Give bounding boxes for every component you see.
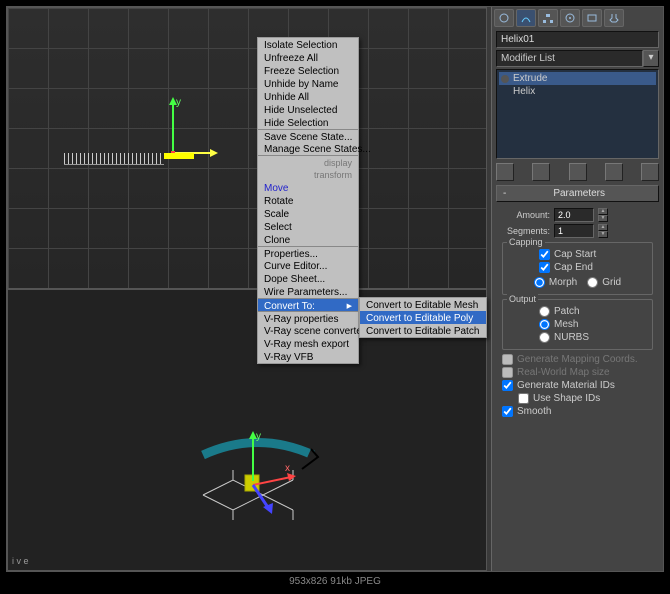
viewport-top[interactable]: y — [7, 7, 487, 289]
tab-create-icon[interactable] — [494, 9, 514, 27]
mi-select[interactable]: Select — [258, 220, 358, 233]
tab-motion-icon[interactable] — [560, 9, 580, 27]
unique-button[interactable] — [569, 163, 587, 181]
mi-wire-params[interactable]: Wire Parameters... — [258, 285, 358, 298]
cap-end-check[interactable] — [539, 262, 550, 273]
vp-label: i v e — [12, 556, 29, 566]
modifier-stack[interactable]: Extrude Helix — [496, 69, 659, 159]
mi-manage-scene[interactable]: Manage Scene States... — [258, 142, 358, 155]
object-name-field[interactable]: Helix01 — [496, 31, 659, 48]
mi-curve-editor[interactable]: Curve Editor... — [258, 259, 358, 272]
mi-vray-mesh-export[interactable]: V-Ray mesh export — [258, 337, 358, 350]
output-group: Output — [507, 294, 538, 304]
rollout-parameters: -Parameters Amount: 2.0 ▲▼ Segments: 1 ▲… — [496, 185, 659, 423]
mi-conv-mesh[interactable]: Convert to Editable Mesh — [360, 298, 486, 311]
mi-unhide-name[interactable]: Unhide by Name — [258, 77, 358, 90]
mi-unhide-all[interactable]: Unhide All — [258, 90, 358, 103]
mi-dope-sheet[interactable]: Dope Sheet... — [258, 272, 358, 285]
command-panel: Helix01 ▾ Extrude Helix -Parameters Amou… — [491, 7, 663, 571]
svg-text:y: y — [256, 431, 261, 442]
nurbs-radio[interactable] — [539, 332, 550, 343]
smooth-check[interactable] — [502, 406, 513, 417]
morph-radio[interactable] — [534, 277, 545, 288]
mi-vray-vfb[interactable]: V-Ray VFB — [258, 350, 358, 363]
mi-unfreeze-all[interactable]: Unfreeze All — [258, 51, 358, 64]
rollout-header[interactable]: -Parameters — [496, 185, 659, 202]
mi-hide-sel[interactable]: Hide Selection — [258, 116, 358, 129]
viewport-area: y i v e y x — [7, 7, 487, 571]
real-world-check — [502, 367, 513, 378]
mi-save-scene[interactable]: Save Scene State... — [258, 129, 358, 142]
amount-spinner[interactable]: ▲▼ — [598, 208, 608, 222]
mi-transform-header: transform — [258, 168, 358, 181]
stack-buttons — [496, 163, 659, 181]
tab-hierarchy-icon[interactable] — [538, 9, 558, 27]
segments-label: Segments: — [502, 226, 550, 236]
modifier-list-input[interactable] — [496, 50, 643, 67]
use-shape-check[interactable] — [518, 393, 529, 404]
dropdown-arrow-icon[interactable]: ▾ — [643, 50, 659, 67]
segments-input[interactable]: 1 — [554, 224, 594, 238]
pin-stack-button[interactable] — [496, 163, 514, 181]
modifier-list-combo[interactable]: ▾ — [496, 50, 659, 67]
mi-scale[interactable]: Scale — [258, 207, 358, 220]
mi-properties[interactable]: Properties... — [258, 246, 358, 259]
amount-label: Amount: — [502, 210, 550, 220]
mi-rotate[interactable]: Rotate — [258, 194, 358, 207]
app-frame: y i v e y x — [6, 6, 664, 572]
tab-modify-icon[interactable] — [516, 9, 536, 27]
mesh-radio[interactable] — [539, 319, 550, 330]
mi-conv-poly[interactable]: Convert to Editable Poly — [360, 311, 486, 324]
config-button[interactable] — [641, 163, 659, 181]
tab-display-icon[interactable] — [582, 9, 602, 27]
tab-utilities-icon[interactable] — [604, 9, 624, 27]
capping-group: Capping — [507, 237, 545, 247]
show-end-button[interactable] — [532, 163, 550, 181]
mi-isolate[interactable]: Isolate Selection — [258, 38, 358, 51]
status-bar: 953x826 91kb JPEG — [6, 576, 664, 590]
ruler-marker — [64, 153, 164, 165]
bulb-icon[interactable] — [501, 75, 509, 83]
gen-mapping-check — [502, 354, 513, 365]
perspective-gizmo[interactable]: y x — [183, 405, 333, 525]
panel-tabs — [492, 7, 663, 29]
submenu-convert[interactable]: Convert to Editable Mesh Convert to Edit… — [359, 297, 487, 338]
mi-hide-unsel[interactable]: Hide Unselected — [258, 103, 358, 116]
mi-display-header: display — [258, 155, 358, 168]
mi-conv-patch[interactable]: Convert to Editable Patch — [360, 324, 486, 337]
svg-text:y: y — [176, 97, 181, 108]
mi-freeze-sel[interactable]: Freeze Selection — [258, 64, 358, 77]
cap-start-check[interactable] — [539, 249, 550, 260]
mi-clone[interactable]: Clone — [258, 233, 358, 246]
amount-input[interactable]: 2.0 — [554, 208, 594, 222]
segments-spinner[interactable]: ▲▼ — [598, 224, 608, 238]
grid — [8, 8, 486, 288]
grid-radio[interactable] — [587, 277, 598, 288]
patch-radio[interactable] — [539, 306, 550, 317]
stack-extrude[interactable]: Extrude — [499, 72, 656, 85]
stack-helix[interactable]: Helix — [499, 85, 656, 98]
object-helix[interactable] — [164, 153, 194, 155]
mi-move[interactable]: Move — [258, 181, 358, 194]
remove-mod-button[interactable] — [605, 163, 623, 181]
mi-vray-scene-conv[interactable]: V-Ray scene converter — [258, 324, 358, 337]
context-menu[interactable]: Isolate Selection Unfreeze All Freeze Se… — [257, 37, 359, 364]
gen-material-check[interactable] — [502, 380, 513, 391]
mi-vray-prop[interactable]: V-Ray properties — [258, 311, 358, 324]
mi-convert-to[interactable]: Convert To: — [258, 298, 358, 311]
svg-text:x: x — [285, 463, 290, 474]
